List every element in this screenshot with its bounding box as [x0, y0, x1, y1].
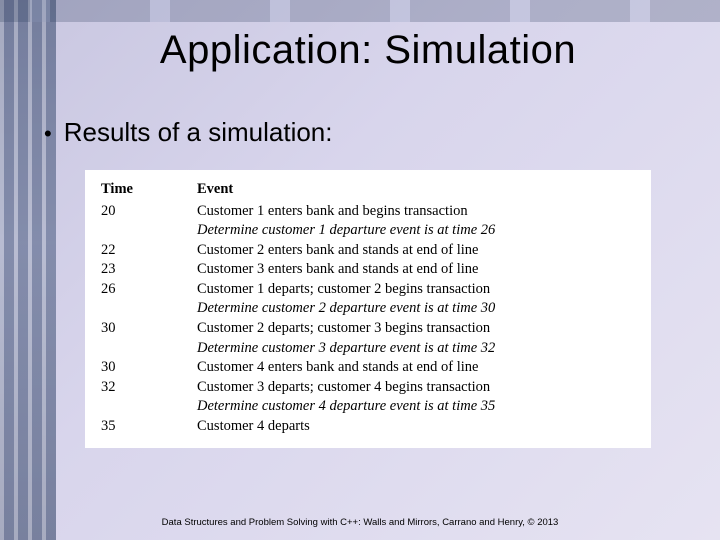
table-header-row: Time Event: [101, 180, 635, 200]
cell-event: Customer 3 departs; customer 4 begins tr…: [197, 378, 635, 398]
bullet-text: Results of a simulation:: [64, 117, 333, 148]
bullet-icon: •: [44, 123, 52, 145]
table-row: Determine customer 1 departure event is …: [101, 221, 635, 241]
table-row: 20Customer 1 enters bank and begins tran…: [101, 202, 635, 222]
cell-time: 32: [101, 378, 197, 398]
cell-time: [101, 299, 197, 319]
cell-event: Customer 1 departs; customer 2 begins tr…: [197, 280, 635, 300]
cell-time: 23: [101, 260, 197, 280]
table-row: 30Customer 2 departs; customer 3 begins …: [101, 319, 635, 339]
table-row: 26Customer 1 departs; customer 2 begins …: [101, 280, 635, 300]
table-row: 32Customer 3 departs; customer 4 begins …: [101, 378, 635, 398]
table-row: 22Customer 2 enters bank and stands at e…: [101, 241, 635, 261]
table-row: Determine customer 2 departure event is …: [101, 299, 635, 319]
table-row: 23Customer 3 enters bank and stands at e…: [101, 260, 635, 280]
cell-event: Customer 3 enters bank and stands at end…: [197, 260, 635, 280]
header-event: Event: [197, 180, 635, 200]
simulation-table: Time Event 20Customer 1 enters bank and …: [85, 170, 651, 448]
cell-time: 26: [101, 280, 197, 300]
cell-time: [101, 221, 197, 241]
cell-event: Customer 1 enters bank and begins transa…: [197, 202, 635, 222]
cell-event: Determine customer 3 departure event is …: [197, 339, 635, 359]
cell-event: Customer 4 enters bank and stands at end…: [197, 358, 635, 378]
cell-time: [101, 397, 197, 417]
cell-time: 35: [101, 417, 197, 437]
table-row: 30Customer 4 enters bank and stands at e…: [101, 358, 635, 378]
cell-time: 30: [101, 319, 197, 339]
bullet-item: • Results of a simulation:: [44, 117, 680, 148]
cell-time: 20: [101, 202, 197, 222]
slide-title: Application: Simulation: [56, 28, 680, 73]
cell-time: [101, 339, 197, 359]
table-row: 35Customer 4 departs: [101, 417, 635, 437]
table-row: Determine customer 4 departure event is …: [101, 397, 635, 417]
cell-event: Customer 2 departs; customer 3 begins tr…: [197, 319, 635, 339]
slide-footer: Data Structures and Problem Solving with…: [0, 517, 720, 528]
cell-event: Determine customer 2 departure event is …: [197, 299, 635, 319]
table-row: Determine customer 3 departure event is …: [101, 339, 635, 359]
cell-time: 22: [101, 241, 197, 261]
slide-body: Application: Simulation • Results of a s…: [0, 0, 720, 540]
cell-event: Determine customer 4 departure event is …: [197, 397, 635, 417]
cell-time: 30: [101, 358, 197, 378]
cell-event: Customer 4 departs: [197, 417, 635, 437]
cell-event: Determine customer 1 departure event is …: [197, 221, 635, 241]
cell-event: Customer 2 enters bank and stands at end…: [197, 241, 635, 261]
header-time: Time: [101, 180, 197, 200]
